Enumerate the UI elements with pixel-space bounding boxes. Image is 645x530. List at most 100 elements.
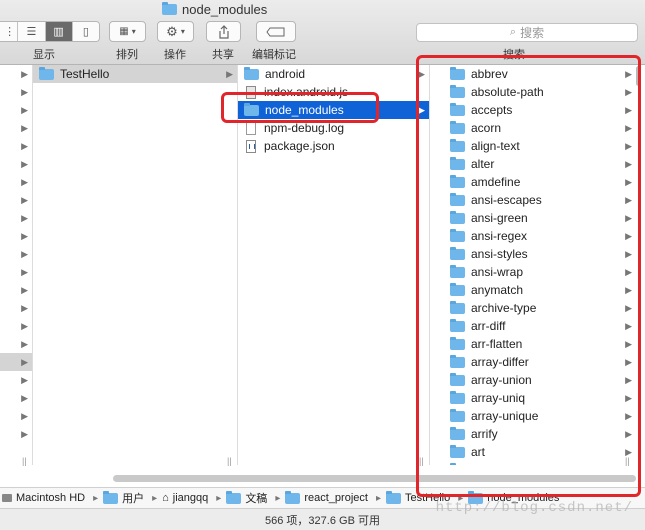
column-view-button[interactable]: ▥: [45, 22, 73, 41]
chevron-right-icon: ▸: [275, 492, 281, 504]
list-item[interactable]: ▶: [0, 119, 32, 137]
list-item-testhello[interactable]: TestHello ▶: [33, 65, 237, 83]
breadcrumb-label: 用户: [122, 493, 145, 505]
share-label: 共享: [212, 49, 234, 61]
column-2: android ▶ index.android.js node_modules …: [238, 65, 430, 465]
list-item[interactable]: ▶: [0, 101, 32, 119]
list-item[interactable]: ▶: [0, 137, 32, 155]
chevron-right-icon: ▸: [152, 492, 158, 504]
breadcrumb-home[interactable]: ⌂ jiangqq: [162, 492, 208, 504]
gallery-view-button[interactable]: ▯: [72, 22, 99, 41]
breadcrumb-label: react_project: [304, 492, 368, 504]
tag-icon: [266, 27, 285, 36]
list-item[interactable]: ▶: [0, 245, 32, 263]
list-view-button[interactable]: ☰: [18, 22, 46, 41]
chevron-right-icon: ▸: [216, 492, 222, 504]
chevron-right-icon: ▶: [21, 356, 28, 367]
chevron-right-icon: ▶: [21, 266, 28, 277]
chevron-right-icon: ▶: [21, 104, 28, 115]
list-item[interactable]: ▶: [0, 317, 32, 335]
folder-icon: [162, 1, 177, 15]
list-item[interactable]: ▶: [0, 173, 32, 191]
list-item[interactable]: ▶: [0, 299, 32, 317]
chevron-right-icon: ▶: [21, 374, 28, 385]
arrange-label: 排列: [116, 49, 138, 61]
share-button[interactable]: [206, 21, 241, 42]
chevron-right-icon: ▶: [21, 194, 28, 205]
chevron-right-icon: ▶: [21, 392, 28, 403]
list-item-label: package.json: [264, 139, 335, 153]
folder-icon: [39, 66, 54, 80]
chevron-right-icon: ▶: [21, 410, 28, 421]
chevron-right-icon: ▶: [21, 284, 28, 295]
list-item[interactable]: ▶: [0, 65, 32, 83]
list-item[interactable]: ▶: [0, 335, 32, 353]
chevron-right-icon: ▶: [21, 302, 28, 313]
view-label: 显示: [33, 49, 55, 61]
folder-icon: [244, 66, 259, 80]
breadcrumb-documents[interactable]: 文稿: [226, 490, 267, 506]
folder-icon: [385, 490, 401, 504]
action-button[interactable]: ⚙ ▾: [157, 21, 194, 42]
window-title: node_modules: [162, 1, 267, 17]
list-item[interactable]: ▶: [0, 281, 32, 299]
action-label: 操作: [164, 49, 186, 61]
folder-icon: [226, 490, 242, 504]
list-item-android[interactable]: android ▶: [238, 65, 429, 83]
list-item[interactable]: ▶: [0, 227, 32, 245]
chevron-right-icon: ▶: [21, 68, 28, 79]
search-field[interactable]: ⌕ 搜索: [416, 23, 638, 42]
chevron-right-icon: ▶: [21, 248, 28, 259]
column-1: TestHello ▶: [33, 65, 238, 465]
list-item[interactable]: ▶: [0, 191, 32, 209]
list-item[interactable]: ▶: [0, 83, 32, 101]
chevron-right-icon: ▶: [21, 212, 28, 223]
list-item[interactable]: ▶: [0, 425, 32, 443]
arrange-button[interactable]: ▦ ▾: [109, 21, 146, 42]
list-item[interactable]: ▶: [0, 263, 32, 281]
chevron-right-icon: ▶: [21, 428, 28, 439]
folder-icon: [103, 490, 119, 504]
column-0: ▶ ▶ ▶ ▶ ▶ ▶ ▶ ▶ ▶ ▶ ▶ ▶ ▶ ▶ ▶ ▶ ▶ ▶ ▶ ▶ …: [0, 65, 33, 465]
edit-tags-button[interactable]: [256, 21, 296, 42]
list-item-selected[interactable]: ▶: [0, 353, 32, 371]
column-resize-handle[interactable]: ||: [227, 456, 232, 466]
breadcrumb-macintosh-hd[interactable]: Macintosh HD: [2, 492, 85, 504]
list-item[interactable]: ▶: [0, 407, 32, 425]
breadcrumb-react-project[interactable]: react_project: [285, 490, 368, 504]
view-mode-segmented-control[interactable]: ⋮⋮ ☰ ▥ ▯: [0, 21, 100, 42]
arrange-icon: ▦: [119, 26, 129, 37]
home-icon: ⌂: [162, 492, 169, 504]
list-item-package-json[interactable]: package.json: [238, 137, 429, 155]
chevron-right-icon: ▸: [93, 492, 99, 504]
chevron-right-icon: ▶: [226, 68, 233, 79]
list-item[interactable]: ▶: [0, 155, 32, 173]
watermark: http://blog.csdn.net/: [435, 500, 633, 516]
list-item[interactable]: ▶: [0, 371, 32, 389]
chevron-right-icon: ▶: [21, 86, 28, 97]
folder-icon: [285, 490, 301, 504]
column-resize-handle[interactable]: ||: [22, 456, 27, 466]
breadcrumb-users[interactable]: 用户: [103, 490, 144, 506]
highlight-box-contents: [416, 55, 641, 497]
chevron-right-icon: ▸: [375, 492, 381, 504]
breadcrumb-label: Macintosh HD: [16, 492, 86, 504]
icon-view-button[interactable]: ⋮⋮: [0, 22, 19, 41]
list-item-label: npm-debug.log: [264, 121, 345, 135]
list-item-label: TestHello: [60, 67, 110, 81]
list-item[interactable]: ▶: [0, 209, 32, 227]
share-icon: [218, 24, 229, 39]
chevron-down-icon: ▾: [131, 27, 136, 36]
chevron-right-icon: ▶: [21, 176, 28, 187]
chevron-right-icon: ▶: [21, 140, 28, 151]
list-item[interactable]: ▶: [0, 389, 32, 407]
search-icon: ⌕: [509, 26, 517, 38]
breadcrumb-label: jiangqq: [172, 492, 209, 504]
window-title-text: node_modules: [182, 1, 268, 17]
chevron-right-icon: ▶: [21, 338, 28, 349]
document-icon: [246, 121, 256, 135]
edit-tags-label: 编辑标记: [252, 49, 296, 61]
search-placeholder: 搜索: [520, 26, 545, 40]
breadcrumb-label: 文稿: [245, 493, 268, 505]
hard-drive-icon: [2, 494, 12, 502]
